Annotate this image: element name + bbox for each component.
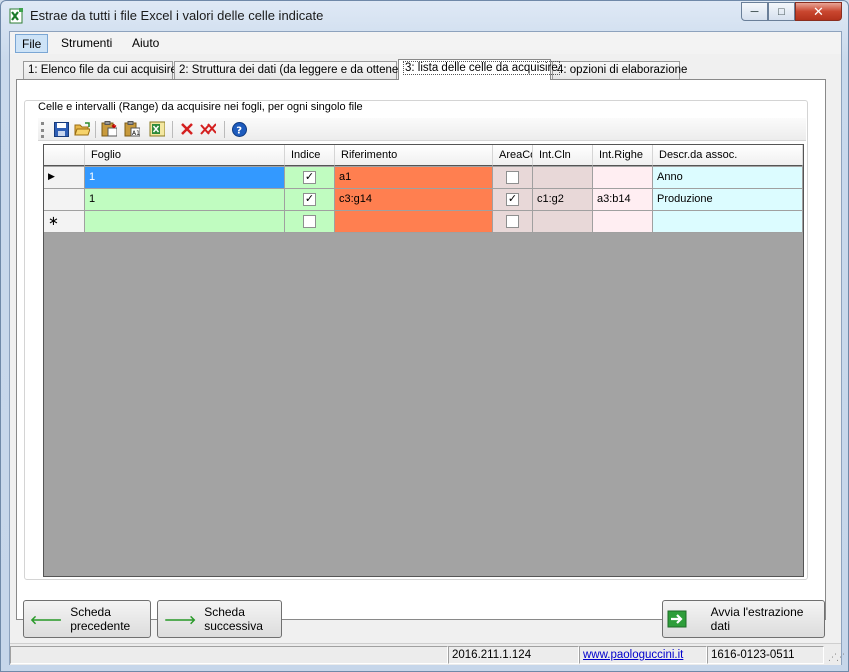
row-header-new[interactable]: ∗ — [44, 211, 85, 233]
status-code: 1616-0123-0511 — [707, 646, 824, 664]
tab-cell-list[interactable]: 3: lista delle celle da acquisire — [398, 59, 560, 80]
cell-int-righe[interactable]: a3:b14 — [593, 189, 653, 211]
arrow-left-icon: 🡐 — [30, 612, 63, 627]
help-icon[interactable]: ? — [231, 121, 247, 137]
maximize-button[interactable]: □ — [768, 2, 795, 21]
excel-app-icon — [9, 8, 23, 24]
next-tab-label: Scheda successiva — [204, 605, 263, 633]
column-header-riferimento[interactable]: Riferimento — [335, 145, 493, 166]
menu-bar: File Strumenti Aiuto — [10, 32, 841, 54]
status-panel-empty — [10, 646, 448, 664]
cell-indice[interactable]: ✓ — [285, 189, 335, 211]
cell-int-cln[interactable]: c1:g2 — [533, 189, 593, 211]
run-arrow-icon — [667, 610, 687, 628]
cell-riferimento[interactable]: a1 — [335, 167, 493, 189]
toolbar-separator — [224, 121, 225, 138]
title-bar[interactable]: Estrae da tutti i file Excel i valori de… — [1, 1, 849, 31]
start-extraction-button[interactable]: Avvia l'estrazione dati — [662, 600, 825, 638]
cell-indice[interactable] — [285, 211, 335, 233]
cell-areaco[interactable] — [493, 211, 533, 233]
previous-tab-label: Scheda precedente — [70, 605, 131, 633]
svg-text:A1: A1 — [132, 130, 140, 137]
cell-int-righe[interactable] — [593, 167, 653, 189]
cell-descr[interactable]: Produzione — [653, 189, 803, 211]
cell-indice[interactable]: ✓ — [285, 167, 335, 189]
cell-foglio[interactable]: 1 — [85, 189, 285, 211]
delete-icon[interactable] — [179, 121, 195, 137]
excel-import-icon[interactable] — [149, 121, 165, 137]
cell-int-cln[interactable] — [533, 167, 593, 189]
areaco-checkbox[interactable] — [506, 171, 519, 184]
column-header-areaco[interactable]: AreaCo — [493, 145, 533, 166]
indice-checkbox[interactable]: ✓ — [303, 193, 316, 206]
paste-icon[interactable] — [101, 121, 117, 137]
status-bar: 2016.211.1.124 www.paologuccini.it 1616-… — [10, 643, 845, 665]
toolbar-separator — [95, 121, 96, 138]
row-header-corner — [44, 145, 85, 166]
website-link[interactable]: www.paologuccini.it — [579, 646, 707, 664]
paste-special-icon[interactable]: A1 — [124, 121, 140, 137]
window-title: Estrae da tutti i file Excel i valori de… — [30, 8, 324, 23]
cells-group-label: Celle e intervalli (Range) da acquisire … — [36, 101, 365, 113]
tab-file-list[interactable]: 1: Elenco file da cui acquisire — [23, 61, 177, 79]
open-folder-icon[interactable] — [74, 121, 90, 137]
previous-tab-button[interactable]: 🡐 Scheda precedente — [23, 600, 151, 638]
grid-toolbar: A1 ? — [38, 118, 806, 141]
tab-cell-list-label: 3: lista delle celle da acquisire — [403, 61, 560, 75]
cell-int-cln[interactable] — [533, 211, 593, 233]
tab-data-structure[interactable]: 2: Struttura dei dati (da leggere e da o… — [174, 61, 412, 79]
cells-data-grid[interactable]: Foglio Indice Riferimento AreaCo Int.Cln… — [43, 144, 804, 577]
column-header-int-righe[interactable]: Int.Righe — [593, 145, 653, 166]
cell-descr[interactable] — [653, 211, 803, 233]
cell-foglio[interactable]: 1 — [85, 167, 285, 189]
status-version: 2016.211.1.124 — [448, 646, 579, 664]
minimize-button[interactable]: ─ — [741, 2, 768, 21]
tab-processing-options[interactable]: 4: opzioni di elaborazione — [552, 61, 687, 79]
cell-riferimento[interactable]: c3:g14 — [335, 189, 493, 211]
main-window: Estrae da tutti i file Excel i valori de… — [0, 0, 849, 672]
areaco-checkbox[interactable] — [506, 215, 519, 228]
column-header-descr[interactable]: Descr.da assoc. — [653, 145, 803, 166]
arrow-right-icon: 🡒 — [164, 612, 197, 627]
areaco-checkbox[interactable]: ✓ — [506, 193, 519, 206]
column-header-int-cln[interactable]: Int.Cln — [533, 145, 593, 166]
cell-areaco[interactable]: ✓ — [493, 189, 533, 211]
next-tab-button[interactable]: 🡒 Scheda successiva — [157, 600, 282, 638]
menu-tools[interactable]: Strumenti — [55, 34, 118, 53]
close-button[interactable]: ✕ — [795, 2, 842, 21]
indice-checkbox[interactable]: ✓ — [303, 171, 316, 184]
menu-help[interactable]: Aiuto — [126, 34, 165, 53]
cell-foglio[interactable] — [85, 211, 285, 233]
menu-file[interactable]: File — [15, 34, 49, 53]
row-header[interactable] — [44, 189, 85, 211]
column-header-foglio[interactable]: Foglio — [85, 145, 285, 166]
start-extraction-label: Avvia l'estrazione dati — [710, 605, 804, 633]
toolbar-separator — [172, 121, 173, 138]
delete-all-icon[interactable] — [200, 121, 216, 137]
indice-checkbox[interactable] — [303, 215, 316, 228]
cell-descr[interactable]: Anno — [653, 167, 803, 189]
column-header-indice[interactable]: Indice — [285, 145, 335, 166]
svg-text:?: ? — [236, 125, 242, 136]
save-icon[interactable] — [53, 121, 69, 137]
cell-areaco[interactable] — [493, 167, 533, 189]
resize-grip-icon[interactable]: ⋰⋰ — [828, 652, 845, 663]
cell-int-righe[interactable] — [593, 211, 653, 233]
toolbar-grip[interactable] — [41, 122, 44, 138]
row-header-current[interactable]: ▶ — [44, 167, 85, 189]
cell-riferimento[interactable] — [335, 211, 493, 233]
